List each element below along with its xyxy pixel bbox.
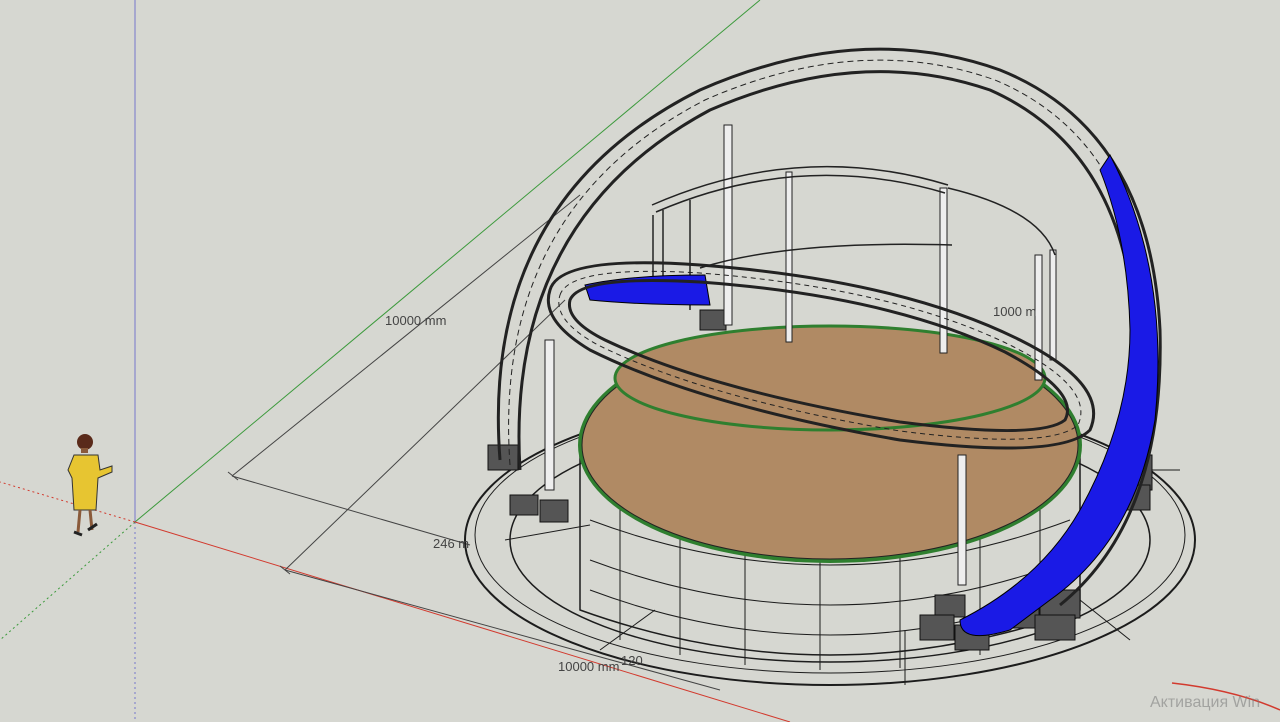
dimension-main-depth: 10000 mm xyxy=(558,659,619,674)
dimension-small-right: 1000 m xyxy=(993,304,1036,319)
dimension-small-bottom: 120 xyxy=(621,653,643,668)
dimension-small-left: 246 m xyxy=(433,536,469,551)
scale-figure xyxy=(67,434,113,537)
3d-model-viewport[interactable]: 10000 mm 10000 mm 246 m 1000 m 120 xyxy=(0,0,1280,722)
green-axis-dotted xyxy=(0,521,136,641)
red-axis-dotted xyxy=(0,481,136,523)
red-axis xyxy=(134,521,791,722)
windows-activation-watermark: Активация Win xyxy=(1150,694,1261,711)
upper-frame xyxy=(651,165,1056,310)
dimension-main-width: 10000 mm xyxy=(385,313,446,328)
